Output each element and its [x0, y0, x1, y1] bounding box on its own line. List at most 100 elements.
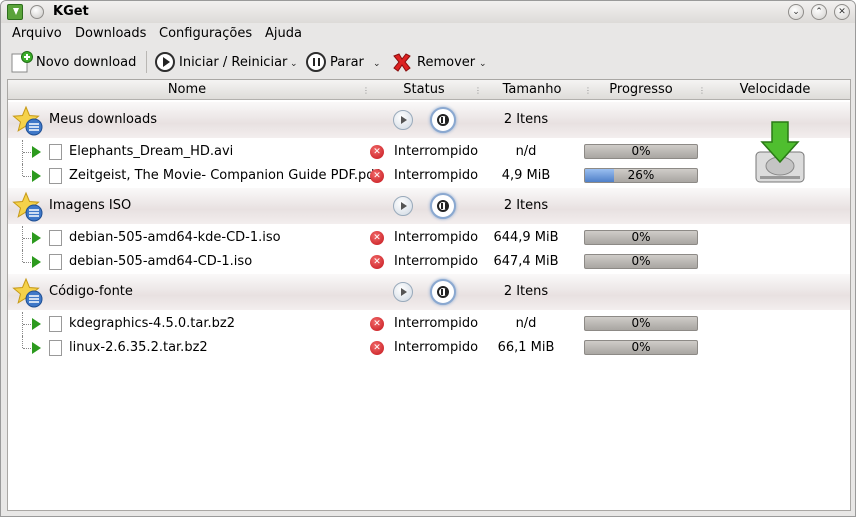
pdf-file-icon [49, 168, 62, 184]
column-header: Nome ⋮ Status ⋮ Tamanho ⋮ Progresso ⋮ Ve… [8, 80, 850, 100]
download-size: n/d [515, 316, 537, 331]
group-item-count: 2 Itens [503, 198, 549, 213]
progress-text: 0% [631, 340, 651, 354]
menu-bar: Arquivo Downloads Configurações Ajuda [1, 23, 855, 45]
menu-arquivo[interactable]: Arquivo [12, 26, 62, 41]
minimize-button[interactable]: ⌄ [788, 4, 804, 20]
play-icon [155, 52, 175, 72]
file-name: kdegraphics-4.5.0.tar.bz2 [69, 316, 235, 331]
error-icon: ✕ [370, 317, 384, 331]
remove-icon [393, 53, 411, 72]
new-download-label: Novo download [36, 54, 137, 70]
row-play-icon[interactable] [32, 256, 41, 268]
window-title: KGet [53, 4, 89, 19]
download-status: Interrompido [394, 168, 479, 183]
group-stop-button[interactable] [430, 193, 456, 219]
group-start-button[interactable] [393, 196, 413, 216]
column-resize-handle[interactable]: ⋮ [474, 86, 482, 95]
col-progress[interactable]: Progresso [584, 82, 698, 97]
archive-file-icon [49, 340, 62, 356]
menu-configuracoes[interactable]: Configurações [159, 26, 252, 41]
new-download-button[interactable]: Novo download [10, 50, 136, 74]
group-star-icon [12, 105, 43, 136]
download-row[interactable]: debian-505-amd64-CD-1.iso ✕ Interrompido… [8, 250, 850, 274]
row-play-icon[interactable] [32, 170, 41, 182]
download-size: n/d [515, 144, 537, 159]
download-status: Interrompido [394, 144, 479, 159]
stop-dropdown-arrow[interactable]: ⌄ [373, 59, 381, 69]
group-item-count: 2 Itens [503, 112, 549, 127]
remove-button[interactable]: Remover [391, 50, 475, 74]
video-file-icon [49, 144, 62, 160]
group-name: Código-fonte [49, 284, 133, 299]
group-stop-button[interactable] [430, 279, 456, 305]
start-dropdown-arrow[interactable]: ⌄ [290, 59, 298, 69]
download-row[interactable]: linux-2.6.35.2.tar.bz2 ✕ Interrompido 66… [8, 336, 850, 360]
progress-text: 0% [631, 254, 651, 268]
progress-text: 0% [631, 230, 651, 244]
window-menu-button[interactable] [30, 5, 44, 19]
row-play-icon[interactable] [32, 146, 41, 158]
download-row[interactable]: Elephants_Dream_HD.avi ✕ Interrompido n/… [8, 140, 850, 164]
download-size: 4,9 MiB [501, 168, 551, 183]
group-star-icon [12, 191, 43, 222]
downloads-view[interactable]: Nome ⋮ Status ⋮ Tamanho ⋮ Progresso ⋮ Ve… [7, 79, 851, 511]
group-start-button[interactable] [393, 282, 413, 302]
progress-text: 26% [627, 168, 655, 182]
start-restart-button[interactable]: Iniciar / Reiniciar [155, 50, 287, 74]
group-row[interactable]: Meus downloads 2 Itens [8, 102, 850, 138]
title-bar[interactable]: KGet ⌄ ⌃ ✕ [1, 1, 855, 23]
download-row[interactable]: debian-505-amd64-kde-CD-1.iso ✕ Interrom… [8, 226, 850, 250]
download-size: 647,4 MiB [493, 254, 559, 269]
group-star-icon [12, 277, 43, 308]
progress-bar: 0% [584, 316, 698, 331]
kget-app-icon[interactable] [7, 4, 23, 20]
group-stop-button[interactable] [430, 107, 456, 133]
archive-file-icon [49, 316, 62, 332]
stop-button[interactable]: Parar [306, 50, 364, 74]
download-size: 644,9 MiB [493, 230, 559, 245]
menu-ajuda[interactable]: Ajuda [265, 26, 302, 41]
file-name: debian-505-amd64-kde-CD-1.iso [69, 230, 281, 245]
group-start-button[interactable] [393, 110, 413, 130]
row-play-icon[interactable] [32, 342, 41, 354]
error-icon: ✕ [370, 341, 384, 355]
error-icon: ✕ [370, 231, 384, 245]
disc-image-icon [49, 254, 62, 270]
progress-bar: 0% [584, 230, 698, 245]
progress-text: 0% [631, 144, 651, 158]
col-size[interactable]: Tamanho [482, 82, 582, 97]
close-button[interactable]: ✕ [834, 4, 850, 20]
download-status: Interrompido [394, 254, 479, 269]
toolbar-separator [146, 51, 147, 73]
column-resize-handle[interactable]: ⋮ [362, 86, 370, 95]
start-restart-label: Iniciar / Reiniciar [179, 54, 288, 70]
group-name: Meus downloads [49, 112, 157, 127]
file-name: debian-505-amd64-CD-1.iso [69, 254, 253, 269]
menu-downloads[interactable]: Downloads [75, 26, 146, 41]
col-name[interactable]: Nome [8, 82, 366, 97]
maximize-button[interactable]: ⌃ [811, 4, 827, 20]
group-item-count: 2 Itens [503, 284, 549, 299]
download-drop-target-icon[interactable] [754, 120, 806, 186]
progress-text: 0% [631, 316, 651, 330]
column-resize-handle[interactable]: ⋮ [698, 86, 706, 95]
group-name: Imagens ISO [49, 198, 132, 213]
file-name: linux-2.6.35.2.tar.bz2 [69, 340, 208, 355]
col-speed[interactable]: Velocidade [708, 82, 842, 97]
error-icon: ✕ [370, 145, 384, 159]
download-row[interactable]: kdegraphics-4.5.0.tar.bz2 ✕ Interrompido… [8, 312, 850, 336]
disc-image-icon [49, 230, 62, 246]
row-play-icon[interactable] [32, 318, 41, 330]
group-row[interactable]: Imagens ISO 2 Itens [8, 188, 850, 224]
download-row[interactable]: Zeitgeist, The Movie- Companion Guide PD… [8, 164, 850, 188]
group-row[interactable]: Código-fonte 2 Itens [8, 274, 850, 310]
error-icon: ✕ [370, 255, 384, 269]
row-play-icon[interactable] [32, 232, 41, 244]
col-status[interactable]: Status [374, 82, 474, 97]
kget-window: KGet ⌄ ⌃ ✕ Arquivo Downloads Configuraçõ… [0, 0, 856, 517]
progress-bar: 0% [584, 254, 698, 269]
progress-bar: 0% [584, 144, 698, 159]
remove-dropdown-arrow[interactable]: ⌄ [479, 59, 487, 69]
file-name: Zeitgeist, The Movie- Companion Guide PD… [69, 168, 380, 183]
